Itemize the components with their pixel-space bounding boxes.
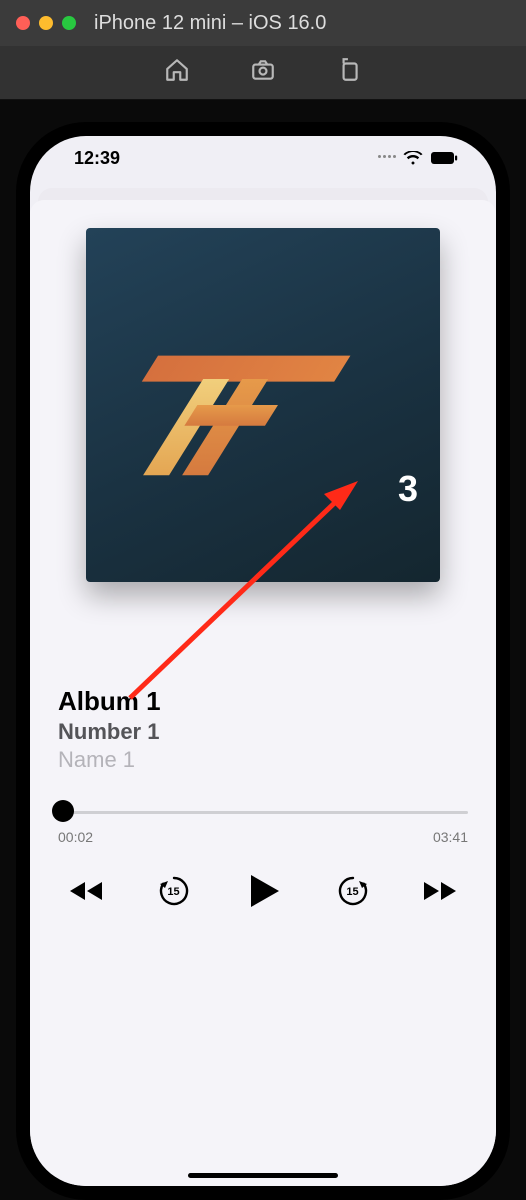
player-sheet[interactable]: 3 Album 1 Number 1 Name 1	[30, 200, 496, 1186]
album-art: 3	[86, 228, 440, 582]
battery-icon	[430, 151, 458, 165]
home-button[interactable]	[164, 57, 190, 88]
skip-forward-15-button[interactable]: 15	[336, 874, 370, 908]
skip-forward-amount: 15	[336, 876, 370, 908]
close-dot[interactable]	[16, 16, 30, 30]
artist-name: Name 1	[58, 747, 468, 773]
progress-slider[interactable]	[58, 799, 468, 823]
simulator-toolbar	[0, 46, 526, 100]
rewind-button[interactable]	[68, 879, 104, 903]
play-button[interactable]	[243, 871, 283, 911]
elapsed-time: 00:02	[58, 829, 93, 845]
track-title: Number 1	[58, 719, 468, 745]
album-title: Album 1	[58, 686, 468, 717]
status-time: 12:39	[74, 148, 120, 169]
mac-titlebar: iPhone 12 mini – iOS 16.0	[0, 0, 526, 46]
device-bezel: 12:39	[16, 122, 510, 1200]
album-art-logo	[86, 228, 440, 582]
duration-time: 03:41	[433, 829, 468, 845]
window-title: iPhone 12 mini – iOS 16.0	[94, 12, 326, 35]
album-art-badge: 3	[398, 468, 418, 510]
statusbar: 12:39	[30, 136, 496, 180]
cell-icon	[378, 155, 396, 162]
forward-button[interactable]	[422, 879, 458, 903]
rotate-button[interactable]	[336, 57, 362, 88]
skip-back-15-button[interactable]: 15	[157, 874, 191, 908]
home-indicator[interactable]	[188, 1173, 338, 1178]
device-screen: 12:39	[30, 136, 496, 1186]
skip-back-amount: 15	[157, 876, 191, 908]
minimize-dot[interactable]	[39, 16, 53, 30]
fullscreen-dot[interactable]	[62, 16, 76, 30]
wifi-icon	[403, 151, 423, 165]
screenshot-button[interactable]	[250, 57, 276, 88]
